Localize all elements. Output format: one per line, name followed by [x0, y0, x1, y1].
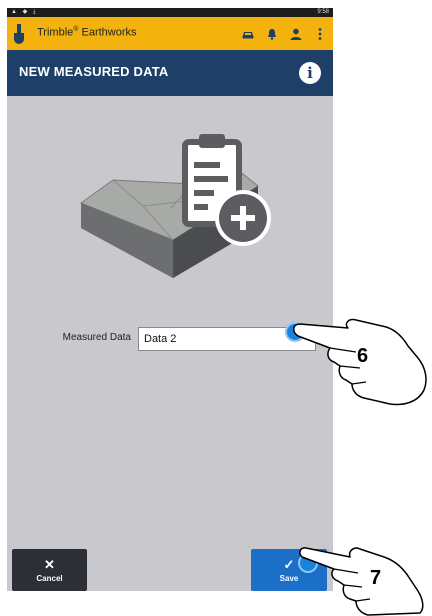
app-bar: Trimble® Earthworks: [7, 17, 333, 50]
pointing-hand-icon: [299, 547, 424, 616]
app-title-product: Earthworks: [78, 26, 137, 39]
page-title: NEW MEASURED DATA: [19, 64, 169, 79]
status-time: 9:58: [317, 9, 329, 15]
step-6-callout: 6: [357, 345, 369, 367]
device-screen: ▲ ◆ ⤓ 9:58 Trimble® Earthworks NEW MEASU…: [7, 8, 333, 591]
user-icon[interactable]: [289, 27, 303, 41]
shovel-logo-icon: [14, 24, 24, 44]
close-icon: ✕: [44, 557, 55, 572]
page-header: NEW MEASURED DATA i: [7, 50, 333, 96]
measured-data-illustration: [79, 134, 271, 278]
app-title-brand: Trimble: [37, 26, 74, 39]
status-icons: ▲ ◆ ⤓: [11, 9, 38, 15]
measured-data-label: Measured Data: [62, 332, 131, 343]
status-bar: ▲ ◆ ⤓ 9:58: [7, 8, 333, 17]
vehicle-icon[interactable]: [241, 27, 255, 41]
cancel-label: Cancel: [36, 574, 63, 583]
bell-icon[interactable]: [265, 27, 279, 41]
info-icon[interactable]: i: [299, 62, 321, 84]
step-7-callout: 7: [370, 567, 382, 589]
app-bar-actions: [241, 27, 327, 41]
cancel-button[interactable]: ✕ Cancel: [12, 549, 87, 591]
more-vert-icon[interactable]: [313, 27, 327, 41]
app-title: Trimble® Earthworks: [37, 26, 137, 39]
